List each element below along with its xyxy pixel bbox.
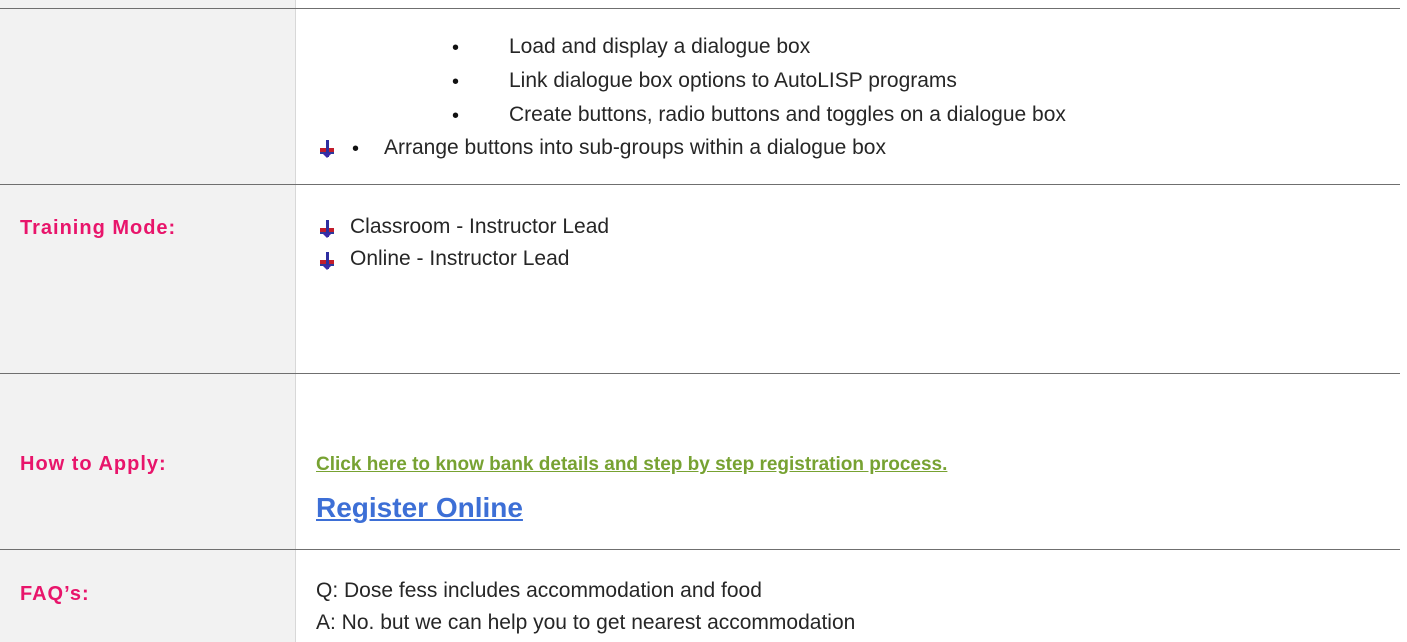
how-to-apply-label: How to Apply: (20, 453, 167, 475)
bullet: • (452, 105, 460, 127)
training-mode-item: Classroom - Instructor Lead (350, 215, 610, 238)
separator-top (0, 8, 1400, 9)
training-mode-label: Training Mode: (20, 217, 177, 239)
arrow-down-icon (320, 252, 334, 270)
separator-objectives (0, 184, 1400, 185)
objective-item: Arrange buttons into sub-groups within a… (384, 136, 886, 159)
arrow-down-icon (320, 140, 334, 158)
faq-question: Q: Dose fess includes accommodation and … (316, 579, 762, 602)
arrow-down-icon (320, 220, 334, 238)
register-online-link[interactable]: Register Online (316, 492, 523, 524)
bullet: • (452, 37, 460, 59)
training-mode-item: Online - Instructor Lead (350, 247, 570, 270)
faq-answer: A: No. but we can help you to get neares… (316, 611, 856, 634)
bullet: • (452, 71, 460, 93)
bullet: • (352, 138, 360, 160)
separator-apply (0, 549, 1400, 550)
left-column (0, 0, 296, 642)
objective-item: Link dialogue box options to AutoLISP pr… (509, 69, 957, 92)
bank-details-link[interactable]: Click here to know bank details and step… (316, 454, 947, 476)
objective-item: Load and display a dialogue box (509, 35, 811, 58)
objective-item: Create buttons, radio buttons and toggle… (509, 103, 1066, 126)
faqs-label: FAQ’s: (20, 583, 90, 605)
separator-training (0, 373, 1400, 374)
